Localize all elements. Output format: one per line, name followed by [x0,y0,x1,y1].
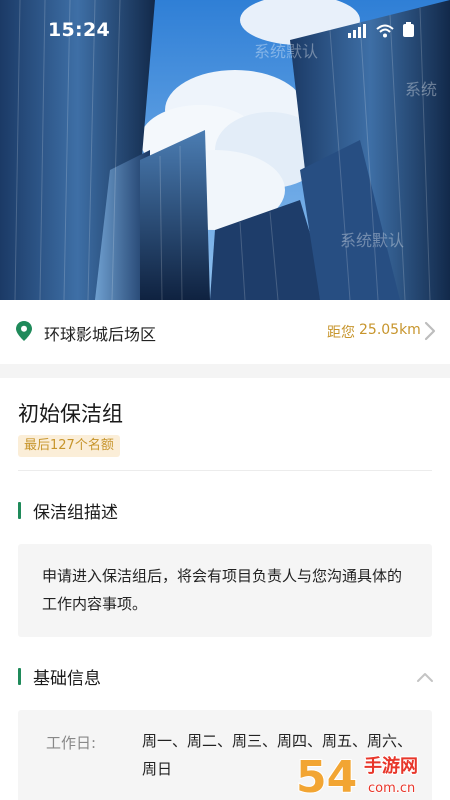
battery-icon [402,22,416,42]
logo-primary-text: 54 [296,752,357,800]
wifi-icon [376,23,394,42]
group-card: 初始保洁组 最后127个名额 保洁组描述 申请进入保洁组后，将会有项目负责人与您… [0,378,450,800]
chevron-right-icon[interactable] [424,321,436,345]
divider [18,470,432,471]
status-bar: 15:24 [0,0,450,58]
section-accent-bar [18,502,21,519]
location-pin-icon [16,321,32,345]
site-logo: 54 手游网 com.cn [294,748,444,800]
distance-value: 25.05km [359,322,421,338]
status-time: 15:24 [48,19,110,41]
description-box: 申请进入保洁组后，将会有项目负责人与您沟通具体的工作内容事项。 [18,544,432,637]
info-heading: 基础信息 [33,669,101,689]
description-section-header: 保洁组描述 [18,498,118,523]
workday-label: 工作日: [46,734,97,752]
distance-label: 距您 [327,325,355,341]
watermark: 系统默认 [254,42,319,61]
info-section-header[interactable]: 基础信息 [18,664,101,689]
chevron-up-icon[interactable] [416,668,434,687]
location-name: 环球影城后场区 [44,325,157,344]
section-accent-bar [18,668,21,685]
status-icons [348,22,416,42]
quota-badge: 最后127个名额 [18,435,120,457]
location-row[interactable]: 环球影城后场区 距您 25.05km [0,300,450,364]
logo-secondary-text: 手游网 [364,755,418,777]
watermark: 系统默认 [340,231,405,250]
signal-icon [348,23,368,42]
group-title: 初始保洁组 [18,402,123,426]
watermark: 系统 [405,80,438,99]
description-heading: 保洁组描述 [33,503,118,523]
logo-domain-text: com.cn [368,781,415,796]
